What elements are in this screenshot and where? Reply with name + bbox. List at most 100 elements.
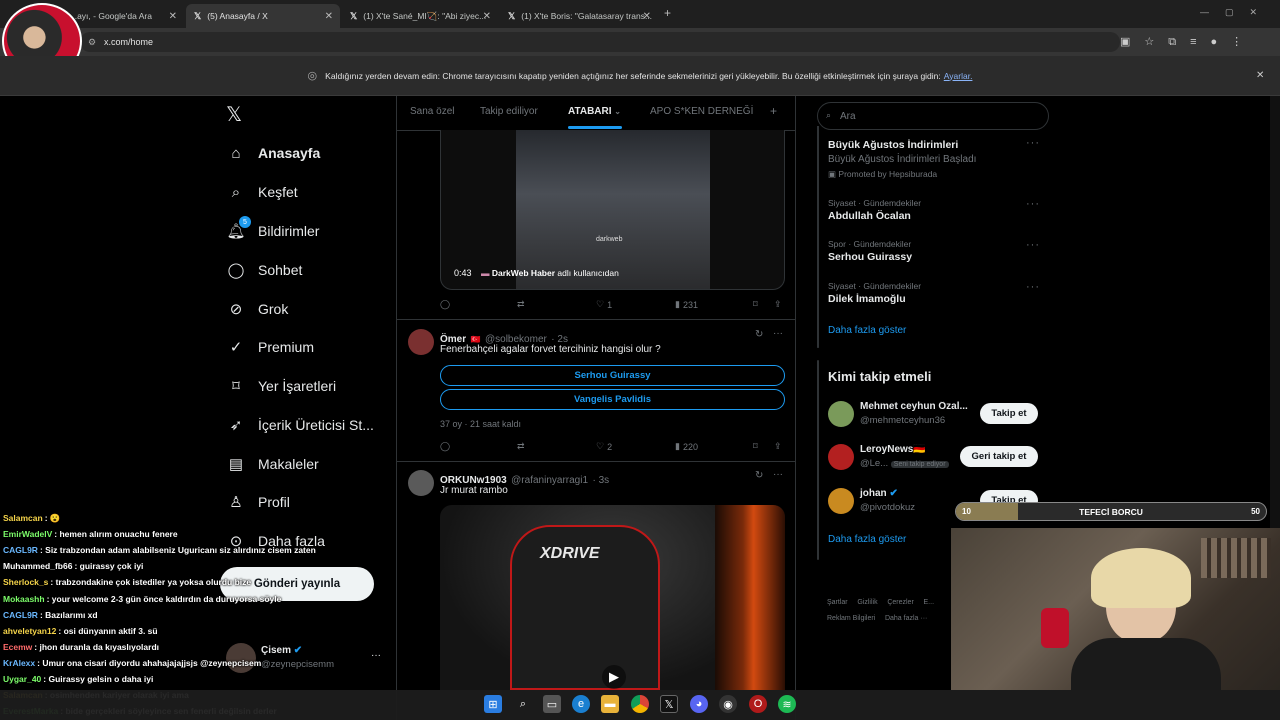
file-explorer-icon[interactable]: ▬ bbox=[601, 695, 619, 713]
chat-message: Uygar_40: Guirassy gelsin o daha iyi bbox=[3, 674, 153, 684]
trend-title[interactable]: Dilek İmamoğlu bbox=[828, 293, 906, 305]
views-button[interactable]: ▮ 220 bbox=[675, 441, 698, 452]
close-icon[interactable]: ✕ bbox=[169, 11, 177, 22]
trend-title[interactable]: Abdullah Öcalan bbox=[828, 210, 911, 222]
like-button[interactable]: ♡ 2 bbox=[596, 441, 612, 452]
close-infobar-icon[interactable]: ✕ bbox=[1256, 70, 1264, 81]
tweet-avatar[interactable] bbox=[408, 470, 434, 496]
tab-following[interactable]: Takip ediliyor bbox=[480, 106, 538, 117]
nav-label: Yer İşaretleri bbox=[258, 378, 337, 394]
add-list-button[interactable]: + bbox=[770, 104, 777, 118]
tab-apo-dernegi[interactable]: APO S*KEN DERNEĞİ bbox=[650, 106, 753, 117]
browser-toolbar-icons[interactable]: ▣☆⧉≡●⋮ bbox=[1120, 35, 1256, 49]
account-name[interactable]: Çisem ✔ bbox=[261, 645, 302, 656]
follow-button[interactable]: Takip et bbox=[980, 403, 1038, 424]
nav-item-articles[interactable]: ▤ Makaleler bbox=[226, 454, 319, 474]
account-menu-icon[interactable]: ··· bbox=[371, 650, 381, 661]
footer-link[interactable]: Çerezler bbox=[887, 599, 913, 606]
site-info-icon[interactable]: ⚙ bbox=[88, 37, 96, 48]
task-view-icon[interactable]: ▭ bbox=[543, 695, 561, 713]
reply-button[interactable]: ◯ bbox=[440, 441, 450, 452]
spotify-icon[interactable]: ≋ bbox=[778, 695, 796, 713]
bookmark-button[interactable]: ⌑ bbox=[753, 441, 758, 452]
grok-icon[interactable]: ↻ bbox=[755, 329, 763, 340]
share-button[interactable]: ⇪ bbox=[774, 441, 782, 452]
share-button[interactable]: ⇪ bbox=[774, 299, 782, 310]
views-button[interactable]: ▮ 231 bbox=[675, 299, 698, 310]
more-options-icon[interactable]: ··· bbox=[1026, 239, 1040, 251]
play-icon[interactable]: ▶ bbox=[602, 665, 626, 689]
chrome-icon[interactable] bbox=[631, 695, 649, 713]
window-controls[interactable]: —▢✕ bbox=[1200, 7, 1273, 18]
retweet-button[interactable]: ⇄ bbox=[517, 441, 525, 452]
grok-icon[interactable]: ↻ bbox=[755, 470, 763, 481]
follow-avatar[interactable] bbox=[828, 401, 854, 427]
more-options-icon[interactable]: ··· bbox=[773, 469, 783, 480]
new-tab-button[interactable]: + bbox=[664, 6, 671, 20]
opera-icon[interactable]: O bbox=[749, 695, 767, 713]
follows-you-badge: Seni takip ediyor bbox=[890, 461, 949, 468]
footer-link[interactable]: E... bbox=[924, 599, 935, 606]
discord-icon[interactable]: ◕ bbox=[690, 695, 708, 713]
more-options-icon[interactable]: ··· bbox=[773, 328, 783, 339]
browser-tab-boris[interactable]: 𝕏 (1) X'te Boris: "Galatasaray trans... ✕ bbox=[500, 4, 658, 28]
close-icon[interactable]: ✕ bbox=[483, 11, 491, 22]
nav-item-notifications[interactable]: 🔔︎ 5 Bildirimler bbox=[226, 216, 319, 241]
bookmark-button[interactable]: ⌑ bbox=[753, 299, 758, 310]
video-player[interactable]: darkweb 0:43 ▬ DarkWeb Haber adlı kullan… bbox=[440, 130, 785, 290]
edge-icon[interactable]: e bbox=[572, 695, 590, 713]
like-button[interactable]: ♡ 1 bbox=[596, 299, 612, 310]
tab-atabari[interactable]: ATABARI ⌄ bbox=[568, 106, 621, 117]
nav-item-grok[interactable]: ⊘ Grok bbox=[226, 299, 289, 319]
follow-back-button[interactable]: Geri takip et bbox=[960, 446, 1038, 467]
browser-tab-sane[interactable]: 𝕏 (1) X'te Sané_MI🏹: "Abi ziyec... ✕ bbox=[342, 4, 498, 28]
show-more-follow-link[interactable]: Daha fazla göster bbox=[828, 534, 906, 545]
trend-title[interactable]: Büyük Ağustos İndirimleri bbox=[828, 139, 958, 151]
url-field[interactable]: x.com/home bbox=[80, 32, 1120, 52]
settings-link[interactable]: Ayarlar. bbox=[944, 71, 973, 81]
search-input[interactable]: Ara bbox=[817, 102, 1049, 130]
tweet-handle[interactable]: @rafaninyarragi1 bbox=[511, 475, 588, 486]
tweet-media-image[interactable]: XDRIVE ▶ bbox=[440, 505, 785, 690]
nav-item-bookmarks[interactable]: ⌑ Yer İşaretleri bbox=[226, 376, 336, 396]
tab-for-you[interactable]: Sana özel bbox=[410, 106, 454, 117]
nav-item-premium[interactable]: ✓ Premium bbox=[226, 337, 314, 357]
nav-item-explore[interactable]: ⌕ Keşfet bbox=[226, 182, 298, 202]
footer-link[interactable]: Daha fazla ··· bbox=[885, 615, 927, 622]
streamer-hair bbox=[1091, 548, 1191, 608]
search-icon[interactable]: ⌕ bbox=[514, 695, 532, 713]
nav-item-creator-studio[interactable]: ➶ İçerik Üreticisi St... bbox=[226, 415, 374, 435]
footer-link[interactable]: Gizlilik bbox=[857, 599, 877, 606]
more-options-icon[interactable]: ··· bbox=[1026, 137, 1040, 149]
trend-title[interactable]: Serhou Guirassy bbox=[828, 251, 912, 263]
reply-button[interactable]: ◯ bbox=[440, 299, 450, 310]
nav-item-chat[interactable]: ◯ Sohbet bbox=[226, 260, 303, 280]
nav-item-profile[interactable]: ♙ Profil bbox=[226, 492, 290, 512]
close-icon[interactable]: ✕ bbox=[325, 11, 333, 22]
goal-title: TEFECİ BORCU bbox=[1079, 507, 1143, 517]
tweet-time[interactable]: · 3s bbox=[592, 475, 609, 486]
x-app-icon[interactable]: 𝕏 bbox=[660, 695, 678, 713]
bell-icon: 🔔︎ 5 bbox=[226, 216, 251, 241]
x-logo-icon[interactable]: 𝕏 bbox=[226, 102, 242, 127]
close-icon[interactable]: ✕ bbox=[643, 11, 651, 22]
retweet-button[interactable]: ⇄ bbox=[517, 299, 525, 310]
browser-tab-x-home[interactable]: 𝕏 (5) Anasayfa / X ✕ bbox=[186, 4, 340, 28]
poll-option[interactable]: Vangelis Pavlidis bbox=[440, 389, 785, 410]
show-more-trends-link[interactable]: Daha fazla göster bbox=[828, 325, 906, 336]
footer-link[interactable]: Şartlar bbox=[827, 599, 848, 606]
tweet-avatar[interactable] bbox=[408, 329, 434, 355]
start-icon[interactable]: ⊞ bbox=[484, 695, 502, 713]
follow-name[interactable]: johan ✔ bbox=[860, 488, 898, 499]
follow-avatar[interactable] bbox=[828, 488, 854, 514]
obs-icon[interactable]: ◉ bbox=[719, 695, 737, 713]
nav-item-home[interactable]: ⌂ Anasayfa bbox=[226, 143, 320, 163]
follow-name[interactable]: Mehmet ceyhun Özal... bbox=[860, 401, 970, 412]
more-options-icon[interactable]: ··· bbox=[1026, 198, 1040, 210]
footer-link[interactable]: Reklam Bilgileri bbox=[827, 615, 875, 622]
follow-avatar[interactable] bbox=[828, 444, 854, 470]
poll-option[interactable]: Serhou Guirassy bbox=[440, 365, 785, 386]
follow-name[interactable]: LeroyNews🇩🇪 bbox=[860, 444, 926, 455]
more-options-icon[interactable]: ··· bbox=[1026, 281, 1040, 293]
video-source[interactable]: ▬ DarkWeb Haber adlı kullanıcıdan bbox=[481, 268, 619, 278]
